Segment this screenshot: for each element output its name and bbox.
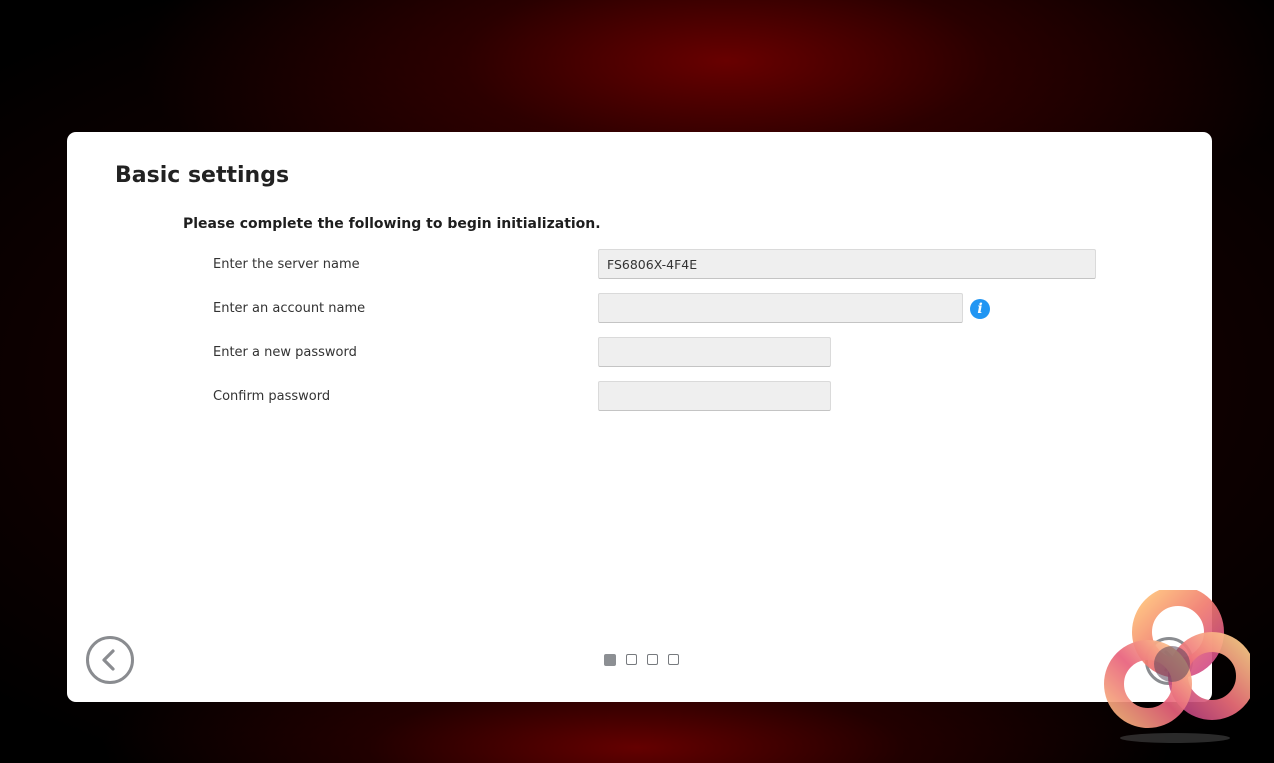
server-name-label: Enter the server name xyxy=(213,257,360,272)
setup-wizard-panel: Basic settings Please complete the follo… xyxy=(67,132,1212,702)
confirm-password-input[interactable] xyxy=(598,381,831,411)
confirm-password-label: Confirm password xyxy=(213,389,331,404)
account-name-label: Enter an account name xyxy=(213,301,366,316)
account-name-input[interactable] xyxy=(598,293,963,323)
intro-text: Please complete the following to begin i… xyxy=(183,216,601,232)
new-password-input[interactable] xyxy=(598,337,831,367)
chevron-left-icon xyxy=(102,649,115,671)
chevron-right-icon xyxy=(1164,650,1177,672)
back-button[interactable] xyxy=(86,636,134,684)
step-dot-4[interactable] xyxy=(668,654,679,665)
next-button[interactable] xyxy=(1145,637,1193,685)
step-indicator xyxy=(604,653,679,666)
step-dot-2[interactable] xyxy=(626,654,637,665)
info-icon[interactable]: i xyxy=(970,299,990,319)
step-dot-1[interactable] xyxy=(604,653,616,666)
step-dot-3[interactable] xyxy=(647,654,658,665)
new-password-label: Enter a new password xyxy=(213,345,357,360)
page-title: Basic settings xyxy=(115,163,290,188)
server-name-input[interactable] xyxy=(598,249,1096,279)
